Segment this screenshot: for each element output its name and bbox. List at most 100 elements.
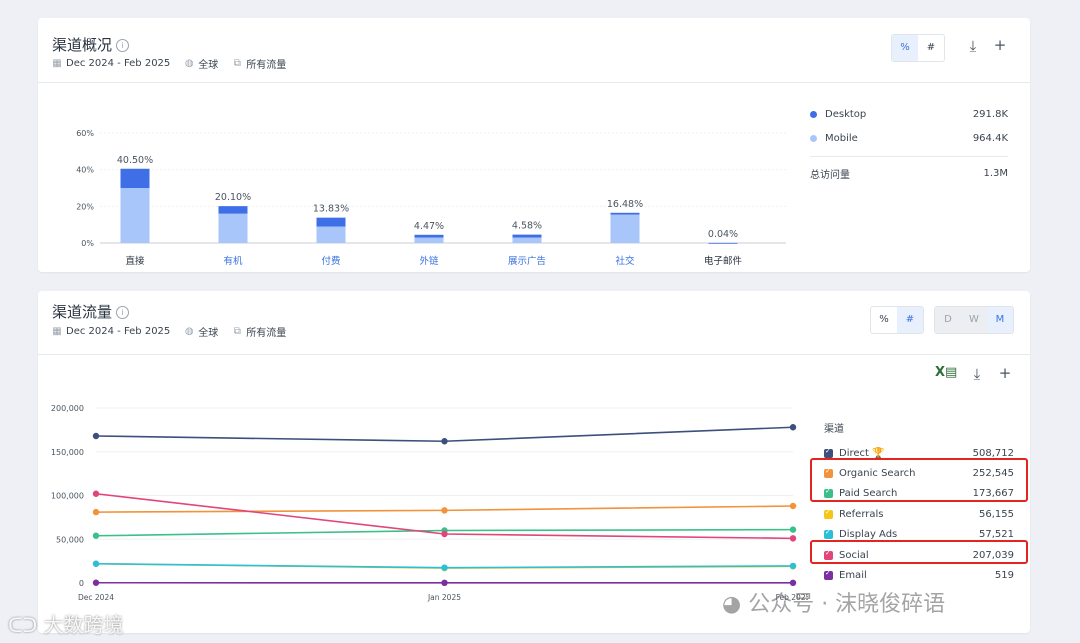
series-point <box>789 526 797 533</box>
legend-desktop-value: 291.8K <box>972 108 1008 120</box>
series-point <box>92 560 100 567</box>
x-category-label: 有机 <box>223 255 243 267</box>
trend-divider <box>38 354 1030 355</box>
trend-unit-toggle: % # <box>870 306 924 334</box>
legend-desktop[interactable]: Desktop 291.8K <box>810 102 1008 126</box>
series-point <box>441 438 448 445</box>
download-icon[interactable]: ⤓ <box>968 365 986 383</box>
trend-legend-title: 渠道 <box>824 424 844 435</box>
desktop-dot-icon <box>810 110 817 118</box>
series-point <box>92 532 100 539</box>
channel-traffic-card: 渠道流量 i ▦ Dec 2024 - Feb 2025 ◍ 全球 ⧉ 所有流量 … <box>38 291 1030 633</box>
overview-title: 渠道概况 i <box>52 34 130 55</box>
trend-line-chart: 0 50,000 100,000 150,000 200,000 Dec 2024 Jan … <box>51 404 808 602</box>
x-category-label: 外链 <box>419 255 439 267</box>
percent-toggle[interactable]: % <box>892 35 918 61</box>
series-point <box>441 564 448 571</box>
bar-mobile <box>414 237 444 243</box>
checkbox-icon[interactable] <box>824 508 833 519</box>
bar-desktop <box>708 242 738 244</box>
x-category-label: 付费 <box>321 255 340 267</box>
trend-traffic-type[interactable]: 所有流量 <box>246 324 286 339</box>
x-tick-label: Dec 2024 <box>78 593 114 602</box>
bar-data-label: 16.48% <box>607 199 643 210</box>
checkbox-icon[interactable] <box>824 569 833 581</box>
bar-desktop <box>610 212 640 215</box>
legend-display-value: 57,521 <box>979 529 1014 541</box>
overview-region[interactable]: 全球 <box>198 56 218 71</box>
trend-title-text: 渠道流量 <box>52 303 113 321</box>
period-day[interactable]: D <box>935 307 961 333</box>
y-tick-label: 150,000 <box>51 448 84 457</box>
bar-mobile <box>512 237 542 243</box>
y-tick-label: 20% <box>76 202 94 211</box>
period-week[interactable]: W <box>961 307 987 333</box>
total-visits-value: 1.3M <box>983 167 1008 179</box>
overview-traffic-type[interactable]: 所有流量 <box>246 56 286 71</box>
overview-date-range[interactable]: Dec 2024 - Feb 2025 <box>66 58 170 69</box>
bar-data-label: 0.04% <box>708 229 738 240</box>
series-point <box>789 535 797 542</box>
legend-referrals-label: Referrals <box>839 508 884 520</box>
x-category-label: 展示广告 <box>508 255 546 267</box>
overview-meta: ▦ Dec 2024 - Feb 2025 ◍ 全球 ⧉ 所有流量 <box>52 56 286 71</box>
mobile-dot-icon <box>810 134 817 142</box>
info-icon[interactable]: i <box>116 39 130 52</box>
watermark-right-text: 公众号 · 沫晓俊碎语 <box>748 592 946 617</box>
bar-data-label: 40.50% <box>117 155 153 166</box>
legend-mobile-value: 964.4K <box>972 132 1008 144</box>
overview-title-text: 渠道概况 <box>52 36 113 54</box>
series-point <box>92 579 100 586</box>
info-icon[interactable]: i <box>116 306 130 319</box>
bar-desktop <box>316 217 346 227</box>
total-visits-label: 总访问量 <box>810 169 850 181</box>
series-point <box>92 432 100 440</box>
channel-overview-card: 渠道概况 i ▦ Dec 2024 - Feb 2025 ◍ 全球 ⧉ 所有流量 … <box>38 18 1030 272</box>
bar-mobile <box>610 214 640 243</box>
trend-region[interactable]: 全球 <box>198 324 218 339</box>
bar-data-label: 4.58% <box>512 221 542 232</box>
series-point <box>789 562 797 570</box>
series-point <box>92 490 100 497</box>
percent-toggle[interactable]: % <box>871 307 897 333</box>
bar-desktop <box>512 234 542 238</box>
checkbox-icon[interactable] <box>824 528 833 540</box>
y-tick-label: 60% <box>76 129 94 138</box>
traffic-icon: ⧉ <box>233 57 241 69</box>
series-point <box>789 424 797 431</box>
period-toggle: D W M <box>934 306 1014 334</box>
legend-desktop-label: Desktop <box>825 108 867 120</box>
wechat-icon: ◕ <box>722 592 742 617</box>
trend-date-range[interactable]: Dec 2024 - Feb 2025 <box>66 326 170 337</box>
legend-email[interactable]: Email 519 <box>824 565 1014 585</box>
add-icon[interactable]: + <box>996 364 1014 382</box>
x-category-label: 电子邮件 <box>704 255 743 267</box>
legend-referrals[interactable]: Referrals 56,155 <box>824 504 1014 524</box>
overview-bar-chart: 0% 20% 40% 60% 40.50% 直接 20.10% 有机 13.83% 付费 4.47%… <box>76 129 786 267</box>
x-tick-label: Jan 2025 <box>427 593 461 602</box>
add-icon[interactable]: + <box>991 36 1009 54</box>
legend-email-label: Email <box>839 570 867 582</box>
count-toggle[interactable]: # <box>897 307 923 333</box>
excel-export-icon[interactable]: X▤ <box>935 365 957 380</box>
legend-referrals-value: 56,155 <box>979 508 1014 520</box>
traffic-icon: ⧉ <box>233 325 241 337</box>
y-tick-label: 200,000 <box>51 404 84 413</box>
legend-mobile[interactable]: Mobile 964.4K <box>810 126 1008 150</box>
overview-legend: Desktop 291.8K Mobile 964.4K 总访问量 1.3M <box>810 102 1008 185</box>
period-month[interactable]: M <box>987 307 1013 333</box>
checkbox-icon[interactable] <box>824 447 833 458</box>
bar-mobile <box>316 226 346 243</box>
y-tick-label: 40% <box>76 166 94 175</box>
series-point <box>441 579 448 587</box>
watermark-left: ᑕᑐ 大数跨境 <box>8 609 124 638</box>
series-point <box>441 507 448 514</box>
overview-unit-toggle: % # <box>891 34 945 62</box>
highlight-box <box>810 458 1028 502</box>
bar-data-label: 20.10% <box>215 192 251 203</box>
y-tick-label: 0% <box>81 239 94 248</box>
download-icon[interactable]: ⤓ <box>964 37 982 55</box>
series-point <box>441 530 448 538</box>
y-tick-label: 50,000 <box>56 535 84 544</box>
count-toggle[interactable]: # <box>918 35 944 61</box>
